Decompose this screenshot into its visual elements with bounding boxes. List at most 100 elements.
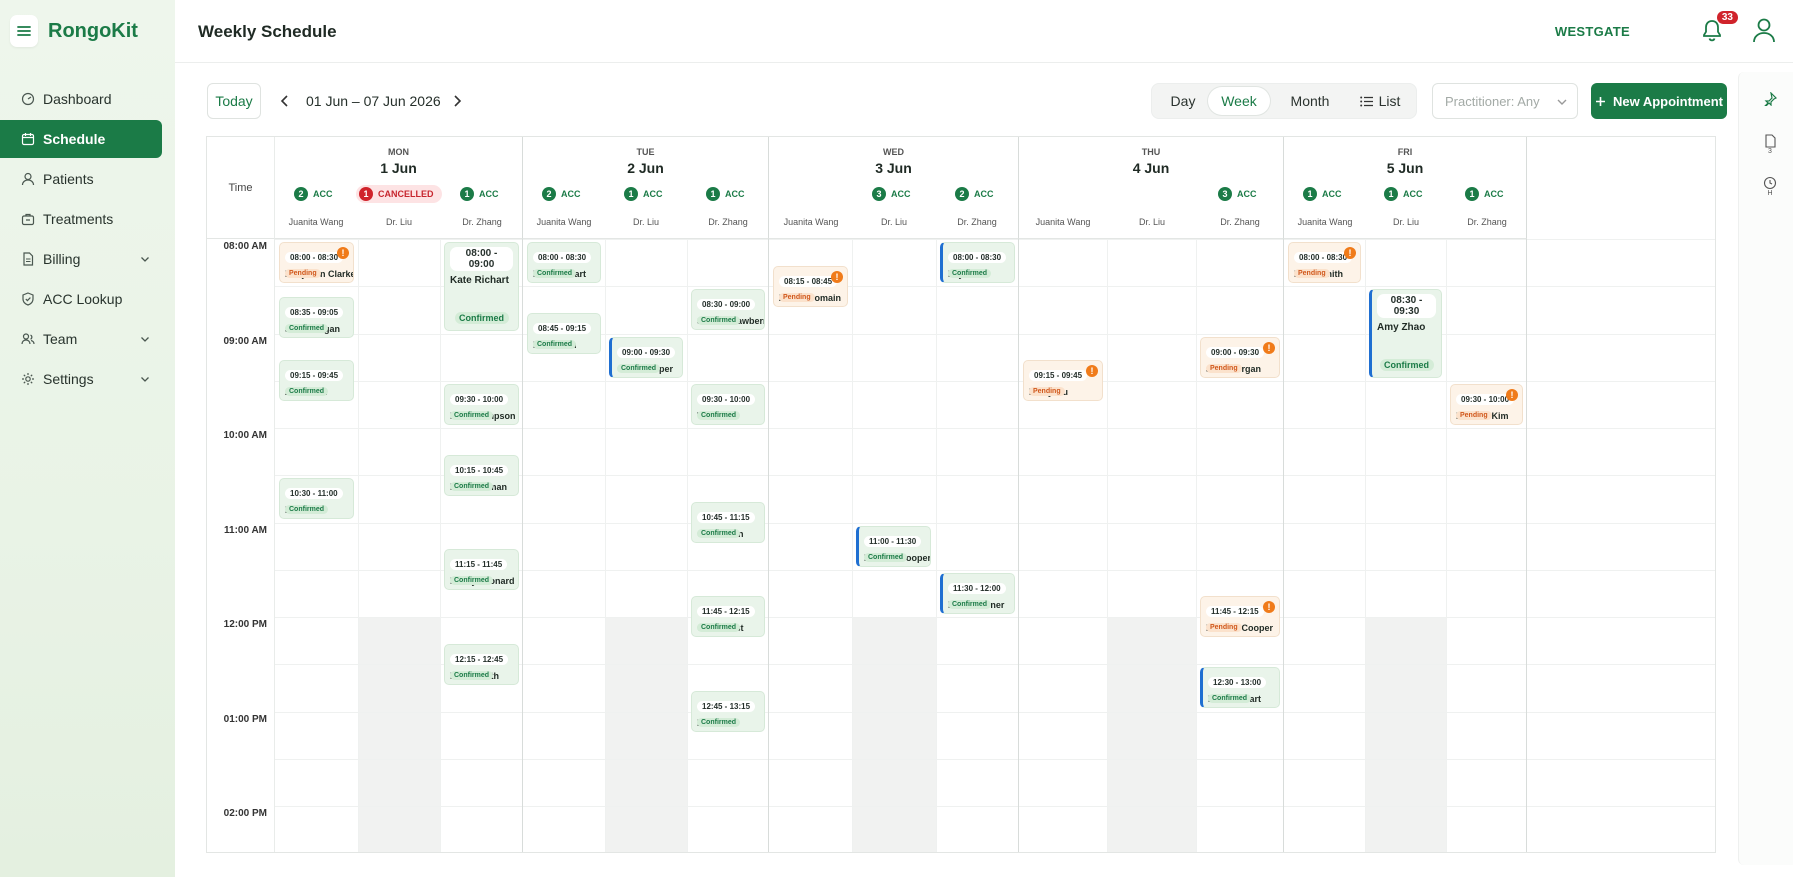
sidebar-item-billing[interactable]: Billing: [0, 240, 162, 278]
appointment-card[interactable]: 11:30 - 12:00Lucas TurnerConfirmed: [940, 573, 1015, 614]
appointment-card[interactable]: 08:00 - 08:30Ellen SmithPending!: [1288, 242, 1361, 283]
appointment-card[interactable]: 08:45 - 09:15Fiona SunConfirmed: [527, 313, 601, 354]
practitioner-column-header: Dr. Zhang: [1467, 217, 1507, 227]
appointment-card[interactable]: 09:30 - 10:00Hannah KimPending!: [1450, 384, 1523, 425]
today-button[interactable]: Today: [207, 83, 261, 119]
day-header-fri: FRI 5 Jun 1 ACC 1 ACC 1 ACC Juanita Wang Dr. Liu D…: [1284, 137, 1527, 239]
appointment-card[interactable]: 11:15 - 11:45Lenny LeonardConfirmed: [444, 549, 519, 590]
acc-badge[interactable]: 2 ACC: [955, 185, 994, 203]
cancelled-badge[interactable]: 1 CANCELLED: [356, 185, 442, 203]
time-gridline: [275, 758, 1715, 760]
status-badge: Pending: [1206, 623, 1242, 632]
sidebar-item-schedule[interactable]: Schedule: [0, 120, 162, 158]
chevron-down-icon: [1557, 95, 1567, 110]
new-appointment-button[interactable]: New Appointment: [1591, 83, 1727, 119]
acc-badge[interactable]: 1 ACC: [460, 185, 499, 203]
appointment-card[interactable]: 10:15 - 10:45Dave KidmanConfirmed: [444, 455, 519, 496]
acc-badge[interactable]: 1 ACC: [1465, 185, 1504, 203]
acc-badge[interactable]: 1 ACC: [624, 185, 663, 203]
tab-month[interactable]: Month: [1272, 87, 1348, 115]
appointment-time: 10:30 - 11:00: [285, 488, 343, 499]
badge-count: 3: [872, 187, 886, 201]
status-badge: Confirmed: [454, 312, 509, 324]
calendar-toolbar: Today 01 Jun – 07 Jun 2026 Day Week Mont…: [207, 83, 1727, 119]
appointment-card[interactable]: 08:30 - 09:00Sarah StrawberryConfirmed: [691, 289, 765, 330]
sidebar-item-patients[interactable]: Patients: [0, 160, 162, 198]
sidebar-item-label: Schedule: [43, 131, 106, 147]
appointment-card[interactable]: 09:30 - 10:00Vic NealConfirmed: [691, 384, 765, 425]
acc-badge[interactable]: 3 ACC: [1218, 185, 1257, 203]
appointment-card[interactable]: 10:30 - 11:00Ria YanConfirmed: [279, 478, 354, 519]
appointment-card[interactable]: 11:45 - 12:15Isabella CooperPending!: [1200, 596, 1280, 637]
appointment-card[interactable]: 10:45 - 11:15Galara FanConfirmed: [691, 502, 765, 543]
appointment-card[interactable]: 12:30 - 13:00Kate RichartConfirmed: [1200, 667, 1280, 708]
acc-badge[interactable]: 1 ACC: [1303, 185, 1342, 203]
sidebar-item-team[interactable]: Team: [0, 320, 162, 358]
user-icon[interactable]: [1752, 17, 1776, 43]
hamburger-icon[interactable]: [10, 15, 38, 47]
time-gridline: [275, 522, 1715, 524]
practitioner-divider: [935, 239, 937, 852]
appointment-card[interactable]: 08:00 - 08:30Lay LiConfirmed: [940, 242, 1015, 283]
badge-count: 1: [359, 187, 373, 201]
status-badge: Confirmed: [697, 529, 740, 538]
acc-badge[interactable]: 2 ACC: [294, 185, 333, 203]
day-of-week: WED: [883, 147, 904, 157]
appointment-card[interactable]: 09:15 - 09:45Emily OuPending!: [1023, 360, 1103, 401]
unavailable-slot: [852, 617, 936, 852]
practitioner-select[interactable]: Practitioner: Any: [1432, 83, 1578, 119]
appointment-time: 10:15 - 10:45: [450, 465, 509, 476]
practitioner-divider: [852, 239, 854, 852]
appointment-card[interactable]: 08:35 - 09:05Jack MorganConfirmed: [279, 297, 354, 338]
practitioner-divider: [605, 239, 606, 852]
badge-label: ACC: [479, 189, 499, 199]
warning-icon: !: [1263, 601, 1275, 613]
appointment-card[interactable]: 08:00 - 08:30Kate RichartConfirmed: [527, 242, 601, 283]
chevron-right-icon[interactable]: [447, 91, 467, 111]
appointment-card[interactable]: 09:00 - 09:30Olivia HarperConfirmed: [609, 337, 683, 378]
acc-badge[interactable]: 2 ACC: [542, 185, 581, 203]
calendar-icon: [21, 132, 43, 146]
history-icon[interactable]: [1763, 176, 1777, 190]
acc-badge[interactable]: 1 ACC: [706, 185, 745, 203]
day-header-thu: THU 4 Jun 3 ACC Juanita Wang Dr. Liu Dr. Zhang: [1019, 137, 1284, 239]
tab-day[interactable]: Day: [1158, 87, 1208, 115]
badge-label: ACC: [1484, 189, 1504, 199]
sidebar-item-settings[interactable]: Settings: [0, 360, 162, 398]
appointment-card[interactable]: 09:15 - 09:45Ara SmithConfirmed: [279, 360, 354, 401]
appointment-card[interactable]: 08:00 - 08:30Benjamin ClarkePending!: [279, 242, 354, 283]
appointment-card[interactable]: 11:45 - 12:15Cici ForestConfirmed: [691, 596, 765, 637]
status-badge: Confirmed: [285, 387, 328, 396]
sidebar-item-label: Settings: [43, 371, 94, 387]
appointment-card[interactable]: 08:15 - 08:45Zanda DomainPending!: [773, 266, 848, 307]
clinic-selector[interactable]: WESTGATE: [1555, 24, 1630, 39]
acc-badge[interactable]: 3 ACC: [872, 185, 911, 203]
badge-label: ACC: [891, 189, 911, 199]
week-calendar: Time MON 1 Jun 2 ACC 1 CANCELLED 1 ACC Juanita W…: [206, 136, 1716, 853]
appointment-card[interactable]: 09:30 - 10:00Home SimpsonConfirmed: [444, 384, 519, 425]
appointment-card[interactable]: 12:15 - 12:45Ellen SmithConfirmed: [444, 644, 519, 685]
status-badge: Confirmed: [450, 482, 493, 491]
appointment-card[interactable]: 12:45 - 13:15Iris FoxConfirmed: [691, 691, 765, 732]
sidebar-item-dashboard[interactable]: Dashboard: [0, 80, 162, 118]
appointment-card[interactable]: 08:30 - 09:30 Amy Zhao Confirmed: [1369, 289, 1442, 378]
pin-icon[interactable]: [1763, 91, 1778, 109]
appointment-time: 08:00 - 09:00: [450, 247, 513, 271]
appointment-card[interactable]: 08:00 - 09:00 Kate Richart Confirmed: [444, 242, 519, 331]
badge-label: ACC: [974, 189, 994, 199]
tab-week[interactable]: Week: [1208, 87, 1270, 115]
sidebar-item-treatments[interactable]: Treatments: [0, 200, 162, 238]
document-icon[interactable]: [1763, 134, 1777, 148]
status-badge: Confirmed: [948, 600, 991, 609]
appointment-card[interactable]: 11:00 - 11:30Isabella CooperConfirmed: [856, 526, 931, 567]
badge-label: ACC: [1322, 189, 1342, 199]
sidebar-item-acc-lookup[interactable]: ACC Lookup: [0, 280, 162, 318]
practitioner-column-header: Dr. Liu: [1138, 217, 1165, 227]
gear-icon: [21, 372, 43, 386]
tab-list[interactable]: List: [1348, 87, 1412, 115]
appointment-card[interactable]: 09:00 - 09:30Jack MorganPending!: [1200, 337, 1280, 378]
acc-badge[interactable]: 1 ACC: [1384, 185, 1423, 203]
warning-icon: !: [1263, 342, 1275, 354]
appointment-time: 11:15 - 11:45: [450, 559, 508, 570]
chevron-left-icon[interactable]: [275, 91, 295, 111]
